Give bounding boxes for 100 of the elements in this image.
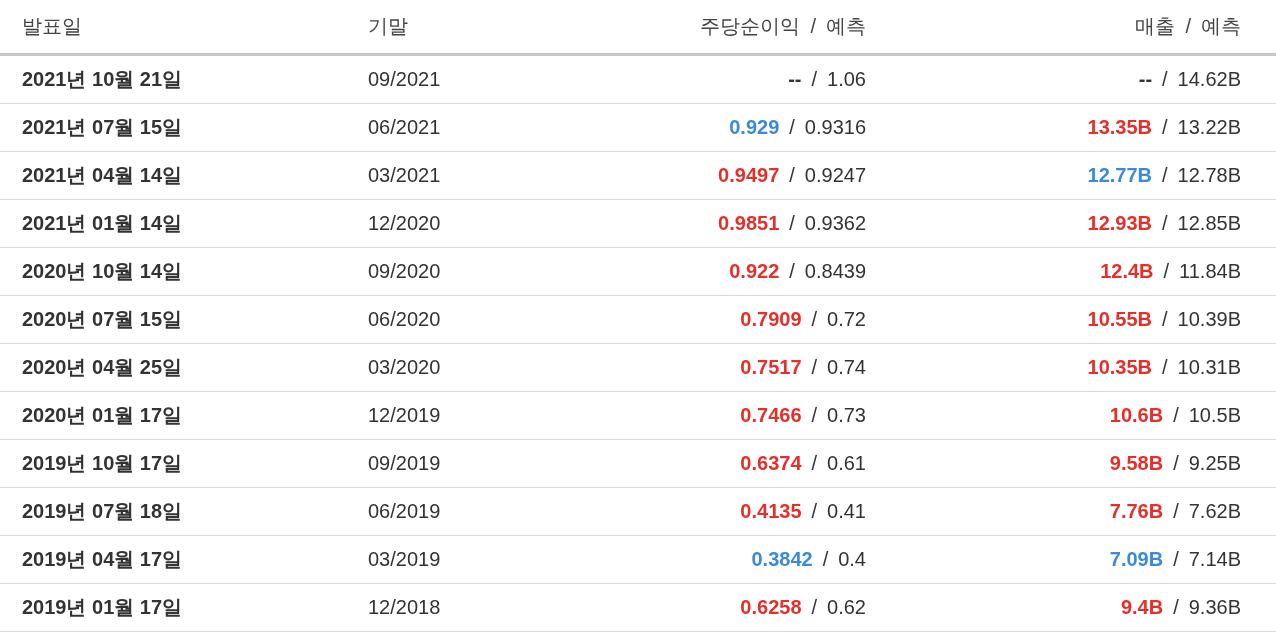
actual-value: 12.4B — [1100, 260, 1154, 282]
actual-value: 10.6B — [1109, 404, 1164, 426]
separator: / — [1162, 308, 1168, 330]
column-header: 기말 — [368, 15, 408, 37]
forecast-value: 13.22B — [1177, 116, 1241, 138]
forecast-value: 12.78B — [1177, 164, 1241, 186]
date-cell: 2020년 01월 17일 — [22, 404, 183, 426]
actual-value: 0.4135 — [740, 500, 802, 522]
actual-value: 13.35B — [1087, 116, 1153, 138]
actual-value: 10.55B — [1087, 308, 1153, 330]
separator: / — [1162, 356, 1168, 378]
column-header: 주당순이익 — [700, 15, 801, 37]
actual-value: 12.93B — [1087, 212, 1153, 234]
forecast-value: 0.4 — [838, 548, 866, 570]
period-cell: 03/2019 — [368, 548, 441, 570]
forecast-value: 10.31B — [1177, 356, 1241, 378]
actual-value: 12.77B — [1087, 164, 1153, 186]
separator: / — [789, 260, 795, 282]
actual-value: 0.7517 — [740, 356, 802, 378]
forecast-value: 0.8439 — [804, 260, 866, 282]
actual-value: 0.9497 — [718, 164, 780, 186]
column-header: 예측 — [826, 15, 866, 37]
forecast-value: 0.74 — [827, 356, 866, 378]
actual-value: 7.76B — [1109, 500, 1164, 522]
forecast-value: 10.39B — [1177, 308, 1241, 330]
forecast-value: 9.36B — [1188, 596, 1241, 618]
actual-value: 9.4B — [1120, 596, 1164, 618]
date-cell: 2020년 04월 25일 — [22, 356, 183, 378]
separator: / — [789, 164, 795, 186]
separator: / — [1162, 164, 1168, 186]
date-cell: 2019년 10월 17일 — [22, 452, 183, 474]
date-cell: 2021년 01월 14일 — [22, 212, 183, 234]
period-cell: 06/2020 — [368, 308, 441, 330]
date-cell: 2021년 04월 14일 — [22, 164, 183, 186]
period-cell: 09/2019 — [368, 452, 441, 474]
period-cell: 12/2019 — [368, 404, 441, 426]
separator: / — [811, 500, 818, 522]
period-cell: 12/2020 — [368, 212, 441, 234]
period-cell: 03/2020 — [368, 356, 441, 378]
period-cell: 12/2018 — [368, 596, 441, 618]
forecast-value: 9.25B — [1188, 452, 1241, 474]
column-header: 예측 — [1201, 15, 1241, 37]
forecast-value: 10.5B — [1188, 404, 1241, 426]
actual-value: 0.3842 — [751, 548, 813, 570]
forecast-value: 1.06 — [827, 68, 866, 90]
separator: / — [1173, 404, 1179, 426]
separator: / — [1163, 260, 1170, 282]
separator: / — [1162, 116, 1168, 138]
actual-value: 7.09B — [1109, 548, 1164, 570]
separator: / — [1173, 548, 1179, 570]
column-header: 발표일 — [22, 15, 82, 37]
actual-value: 0.6258 — [740, 596, 802, 618]
date-cell: 2020년 07월 15일 — [22, 308, 183, 330]
date-cell: 2019년 01월 17일 — [22, 596, 183, 618]
separator: / — [1185, 15, 1191, 37]
forecast-value: 11.84B — [1179, 260, 1241, 282]
period-cell: 06/2019 — [368, 500, 441, 522]
actual-value: 0.7909 — [740, 308, 802, 330]
separator: / — [1162, 212, 1168, 234]
separator: / — [789, 116, 795, 138]
separator: / — [1173, 452, 1179, 474]
separator: / — [789, 212, 795, 234]
separator: / — [822, 548, 829, 570]
actual-value: 9.58B — [1109, 452, 1164, 474]
forecast-value: 7.62B — [1188, 500, 1241, 522]
forecast-value: 7.14B — [1188, 548, 1241, 570]
date-cell: 2019년 07월 18일 — [22, 500, 183, 522]
actual-value: 0.929 — [729, 116, 780, 138]
date-cell: 2019년 04월 17일 — [22, 548, 183, 570]
period-cell: 09/2021 — [368, 68, 441, 90]
date-cell: 2021년 10월 21일 — [22, 68, 183, 90]
separator: / — [1173, 596, 1179, 618]
actual-value: 0.9851 — [718, 212, 780, 234]
separator: / — [811, 404, 818, 426]
date-cell: 2020년 10월 14일 — [22, 260, 183, 282]
forecast-value: 0.41 — [827, 500, 866, 522]
forecast-value: 0.9316 — [804, 116, 866, 138]
separator: / — [1162, 68, 1168, 90]
column-header: 매출 — [1135, 15, 1176, 37]
forecast-value: 0.62 — [827, 596, 866, 618]
actual-value: 10.35B — [1087, 356, 1153, 378]
separator: / — [811, 452, 818, 474]
forecast-value: 0.61 — [827, 452, 866, 474]
separator: / — [811, 356, 818, 378]
separator: / — [811, 308, 818, 330]
actual-value: -- — [788, 68, 802, 90]
period-cell: 09/2020 — [368, 260, 441, 282]
forecast-value: 0.73 — [827, 404, 866, 426]
separator: / — [811, 68, 818, 90]
actual-value: 0.922 — [729, 260, 780, 282]
actual-value: 0.6374 — [740, 452, 802, 474]
period-cell: 03/2021 — [368, 164, 441, 186]
forecast-value: 0.9247 — [804, 164, 866, 186]
forecast-value: 14.62B — [1177, 68, 1241, 90]
forecast-value: 0.72 — [827, 308, 866, 330]
separator: / — [1173, 500, 1179, 522]
separator: / — [810, 15, 816, 37]
forecast-value: 0.9362 — [804, 212, 866, 234]
actual-value: 0.7466 — [740, 404, 802, 426]
separator: / — [811, 596, 818, 618]
